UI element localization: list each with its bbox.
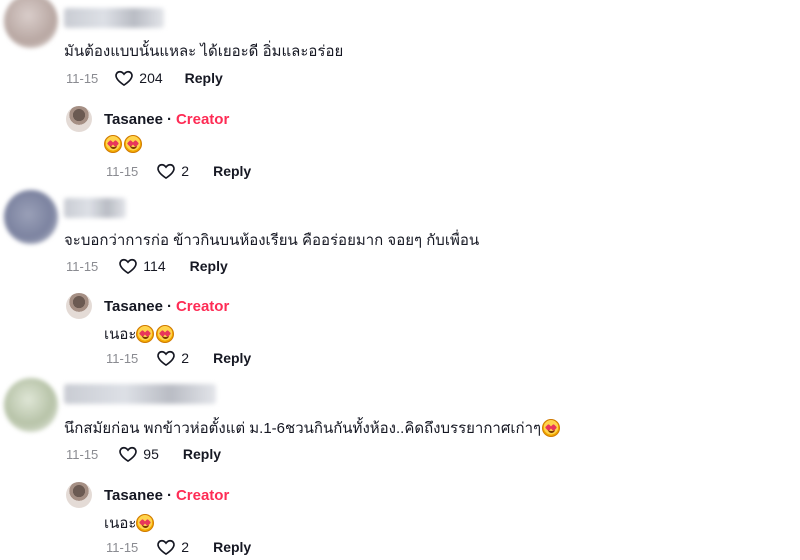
heart-outline-icon — [119, 258, 138, 275]
reply-meta: 11-15 2 Reply — [106, 161, 251, 181]
like-count: 2 — [181, 163, 190, 179]
comment-meta: 11-15 95 Reply — [66, 444, 221, 464]
reply-text: เนอะ — [104, 322, 176, 346]
creator-header: Tasanee · Creator — [104, 111, 229, 128]
reply-button[interactable]: Reply — [213, 539, 251, 555]
like-button[interactable]: 204 — [114, 68, 163, 88]
like-button[interactable]: 114 — [118, 256, 166, 276]
like-button[interactable]: 95 — [118, 444, 159, 464]
heart-eyes-emoji — [124, 135, 142, 153]
comment-text: มันต้องแบบนั้นแหละ ได้เยอะดี อิ่มและอร่อ… — [64, 43, 344, 60]
reply-button[interactable]: Reply — [213, 163, 251, 179]
creator-header: Tasanee · Creator — [104, 298, 229, 315]
creator-header: Tasanee · Creator — [104, 487, 229, 504]
heart-outline-icon — [157, 539, 176, 556]
reply-text-content: เนอะ — [104, 326, 137, 343]
creator-badge: Creator — [175, 111, 230, 128]
reply-meta: 11-15 2 Reply — [106, 348, 251, 368]
creator-name[interactable]: Tasanee — [104, 487, 163, 504]
comment-date: 11-15 — [66, 70, 99, 86]
creator-badge: Creator — [175, 487, 230, 504]
heart-outline-icon — [157, 163, 176, 180]
comment-date: 11-15 — [66, 258, 99, 274]
reply-button[interactable]: Reply — [185, 70, 223, 86]
heart-eyes-emoji — [542, 419, 561, 437]
reply-button[interactable]: Reply — [190, 258, 228, 274]
creator-badge: Creator — [175, 298, 230, 315]
reply-button[interactable]: Reply — [183, 446, 221, 462]
comment-text: จะบอกว่าการก่อ ข้าวกินบนห้องเรียน คืออร่… — [64, 232, 480, 249]
comment-date: 11-15 — [66, 446, 99, 462]
heart-eyes-emoji — [104, 135, 122, 153]
creator-avatar[interactable] — [66, 482, 92, 508]
like-button[interactable]: 2 — [156, 537, 189, 557]
comment-text: นึกสมัยก่อน พกข้าวห่อตั้งแต่ ม.1-6ชวนกิน… — [64, 416, 562, 440]
heart-outline-icon — [157, 350, 176, 367]
like-count: 114 — [143, 258, 166, 274]
like-button[interactable]: 2 — [156, 348, 189, 368]
like-count: 2 — [181, 350, 190, 366]
commenter-name-blurred[interactable] — [64, 198, 126, 218]
creator-name[interactable]: Tasanee — [104, 298, 163, 315]
like-count: 204 — [139, 70, 163, 86]
heart-outline-icon — [119, 446, 138, 463]
heart-eyes-emoji — [156, 325, 175, 343]
commenter-avatar[interactable] — [4, 378, 58, 432]
comment-text-content: นึกสมัยก่อน พกข้าวห่อตั้งแต่ ม.1-6ชวนกิน… — [64, 420, 542, 437]
name-separator: · — [166, 298, 172, 315]
heart-outline-icon — [115, 70, 134, 87]
commenter-name-blurred[interactable] — [64, 384, 216, 404]
commenter-avatar[interactable] — [4, 190, 58, 244]
like-count: 2 — [181, 539, 190, 555]
heart-eyes-emoji — [136, 514, 155, 532]
reply-text-content: เนอะ — [104, 515, 137, 532]
commenter-avatar[interactable] — [4, 0, 58, 48]
creator-name[interactable]: Tasanee — [104, 111, 163, 128]
heart-eyes-emoji — [136, 325, 155, 343]
reply-date: 11-15 — [106, 350, 139, 366]
reply-date: 11-15 — [106, 163, 139, 179]
reply-date: 11-15 — [106, 539, 139, 555]
like-count: 95 — [143, 446, 159, 462]
comment-meta: 11-15 204 Reply — [66, 68, 223, 88]
commenter-name-blurred[interactable] — [64, 8, 164, 28]
creator-avatar[interactable] — [66, 106, 92, 132]
reply-text — [104, 135, 144, 153]
reply-button[interactable]: Reply — [213, 350, 251, 366]
name-separator: · — [166, 487, 172, 504]
name-separator: · — [166, 111, 172, 128]
comment-meta: 11-15 114 Reply — [66, 256, 228, 276]
like-button[interactable]: 2 — [156, 161, 189, 181]
reply-text: เนอะ — [104, 511, 156, 535]
creator-avatar[interactable] — [66, 293, 92, 319]
reply-meta: 11-15 2 Reply — [106, 537, 251, 557]
